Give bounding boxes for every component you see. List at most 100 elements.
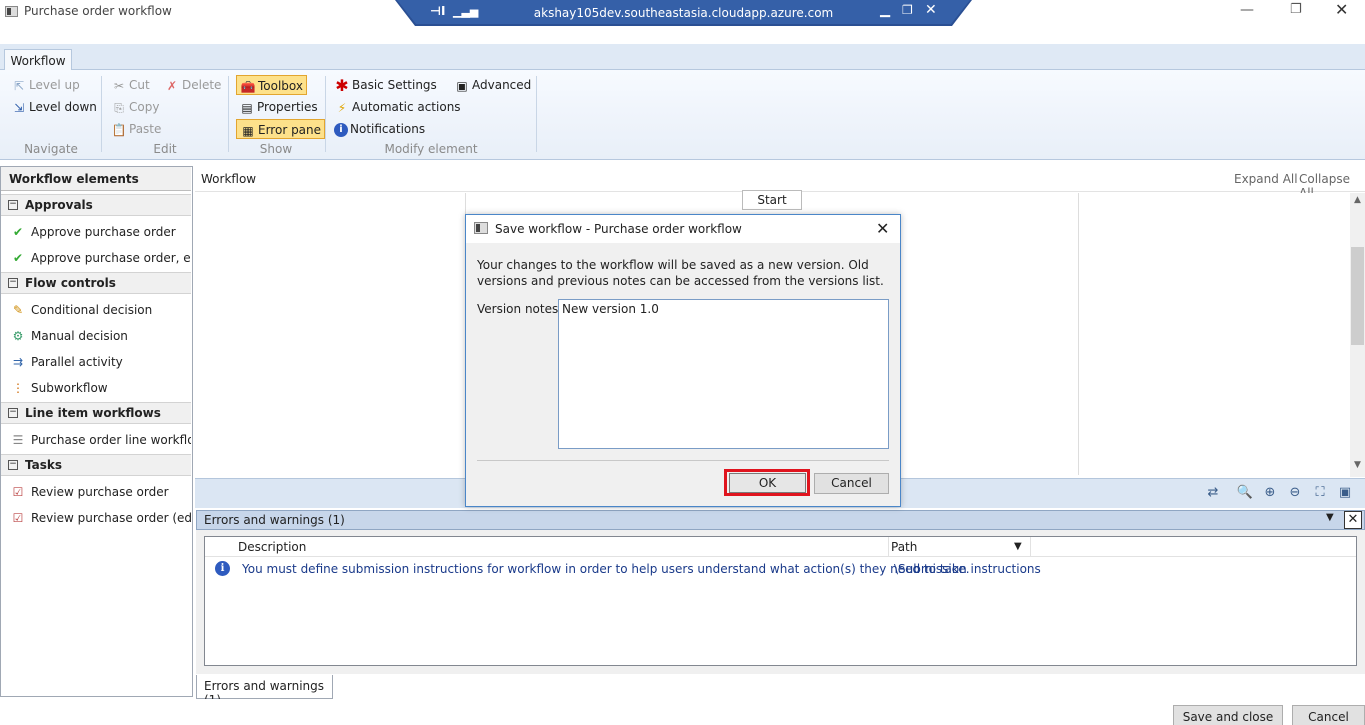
- copy-button[interactable]: ⎘ Copy: [111, 97, 159, 117]
- advanced-button[interactable]: ▣ Advanced: [454, 75, 531, 95]
- ribbon-tabstrip: [0, 44, 1365, 70]
- level-up-button[interactable]: ⇱ Level up: [11, 75, 80, 95]
- dialog-close-icon[interactable]: ✕: [876, 219, 889, 238]
- workflow-elements-header: Workflow elements: [1, 167, 191, 191]
- level-down-button[interactable]: ⇲ Level down: [11, 97, 97, 117]
- toolbox-button[interactable]: 🧰 Toolbox: [236, 75, 307, 95]
- lane-divider: [1078, 193, 1079, 475]
- asterisk-icon: ✱: [335, 75, 349, 95]
- column-header-description[interactable]: Description: [238, 540, 306, 554]
- tab-errors-and-warnings[interactable]: Errors and warnings (1): [196, 675, 333, 707]
- cut-button[interactable]: ✂ Cut: [111, 75, 150, 95]
- cancel-button[interactable]: Cancel: [814, 473, 889, 494]
- collapse-icon[interactable]: −: [8, 278, 18, 288]
- cancel-button-main[interactable]: Cancel: [1292, 705, 1365, 725]
- info-icon: i: [215, 561, 230, 576]
- error-row-path[interactable]: \Submission instructions: [894, 562, 1041, 576]
- fit-to-screen-icon[interactable]: ⛶: [1311, 484, 1329, 502]
- task-icon: ☑: [12, 485, 24, 499]
- conditional-decision-icon: ✎: [12, 303, 24, 317]
- expand-all-link[interactable]: Expand All: [1234, 172, 1298, 186]
- group-label-edit: Edit: [153, 142, 177, 156]
- basic-settings-button[interactable]: ✱ Basic Settings: [334, 75, 437, 95]
- lightning-icon: ⚡: [337, 100, 347, 115]
- scroll-down-icon[interactable]: ▼: [1350, 460, 1365, 470]
- group-flow-controls[interactable]: − Flow controls: [1, 272, 191, 294]
- subworkflow-icon: ⋮: [12, 381, 24, 395]
- collapse-icon[interactable]: −: [8, 200, 18, 210]
- layout-icon[interactable]: ⇄: [1204, 484, 1222, 502]
- sort-arrow-icon[interactable]: ▼: [1014, 541, 1022, 552]
- chevron-down-icon[interactable]: ▼: [1326, 512, 1334, 523]
- copy-icon: ⎘: [114, 100, 124, 115]
- collapse-icon[interactable]: −: [8, 408, 18, 418]
- element-subworkflow[interactable]: ⋮ Subworkflow: [1, 376, 191, 400]
- clipboard-icon: 📋: [111, 122, 127, 137]
- element-approve-purchase-order-editable[interactable]: ✔Approve purchase order, editable: [1, 246, 191, 270]
- delete-button[interactable]: ✗ Delete: [164, 75, 221, 95]
- actual-size-icon[interactable]: ▣: [1336, 484, 1354, 502]
- line-workflow-icon: ☰: [12, 433, 24, 447]
- close-icon[interactable]: ✕: [1335, 0, 1348, 19]
- manual-decision-icon: ⚙: [12, 329, 24, 343]
- automatic-actions-button[interactable]: ⚡ Automatic actions: [334, 97, 461, 117]
- paste-button[interactable]: 📋 Paste: [111, 119, 162, 139]
- element-review-purchase-order-editable[interactable]: ☑Review purchase order (editable): [1, 506, 191, 530]
- ribbon-separator: [101, 76, 102, 152]
- element-conditional-decision[interactable]: ✎ Conditional decision: [1, 298, 191, 322]
- group-tasks[interactable]: − Tasks: [1, 454, 191, 476]
- error-pane-button[interactable]: ▦ Error pane: [236, 119, 326, 139]
- remote-connection-bar: ⊣I ▁▃▅ akshay105dev.southeastasia.clouda…: [395, 0, 972, 26]
- errors-pane-close-icon[interactable]: ✕: [1344, 511, 1362, 529]
- element-review-purchase-order[interactable]: ☑ Review purchase order: [1, 480, 191, 504]
- scrollbar-thumb[interactable]: [1351, 247, 1364, 345]
- scroll-up-icon[interactable]: ▲: [1350, 195, 1365, 205]
- info-icon: i: [334, 122, 348, 137]
- start-node[interactable]: Start: [742, 190, 802, 210]
- column-divider[interactable]: [888, 537, 889, 557]
- zoom-fit-icon[interactable]: 🔍: [1236, 484, 1254, 502]
- grid-header: [205, 537, 1356, 557]
- ribbon-separator: [536, 76, 537, 152]
- minimize-icon[interactable]: —: [1240, 2, 1254, 18]
- toolbox-icon: 🧰: [240, 79, 256, 94]
- group-line-item-workflows[interactable]: − Line item workflows: [1, 402, 191, 424]
- group-label-modify-element: Modify element: [384, 142, 478, 156]
- approval-icon: ✔: [12, 225, 24, 239]
- properties-button[interactable]: ▤ Properties: [239, 97, 317, 117]
- canvas-title: Workflow: [201, 172, 257, 186]
- ribbon-separator: [228, 76, 229, 152]
- remote-close-icon[interactable]: ✕: [925, 2, 937, 18]
- window-title: Purchase order workflow: [24, 4, 172, 18]
- element-purchase-order-line-workflow[interactable]: ☰ Purchase order line workflow: [1, 428, 191, 452]
- remote-minimize-icon[interactable]: ▁: [880, 3, 890, 18]
- save-and-close-button[interactable]: Save and close: [1173, 705, 1283, 725]
- errors-pane-header: Errors and warnings (1): [196, 510, 1365, 530]
- parallel-activity-icon: ⇉: [12, 355, 24, 369]
- level-up-icon: ⇱: [13, 78, 25, 93]
- column-divider[interactable]: [1030, 537, 1031, 557]
- version-notes-field[interactable]: New version 1.0: [558, 299, 889, 449]
- error-row-description[interactable]: You must define submission instructions …: [242, 562, 970, 576]
- collapse-icon[interactable]: −: [8, 460, 18, 470]
- ribbon-separator: [325, 76, 326, 152]
- advanced-icon: ▣: [456, 78, 468, 93]
- zoom-out-icon[interactable]: ⊖: [1286, 484, 1304, 502]
- task-icon: ☑: [12, 511, 24, 525]
- element-manual-decision[interactable]: ⚙ Manual decision: [1, 324, 191, 348]
- element-approve-purchase-order[interactable]: ✔ Approve purchase order: [1, 220, 191, 244]
- dialog-title: Save workflow - Purchase order workflow: [495, 222, 742, 236]
- group-label-show: Show: [259, 142, 293, 156]
- tab-workflow[interactable]: Workflow: [4, 49, 72, 71]
- group-approvals[interactable]: − Approvals: [1, 194, 191, 216]
- notifications-button[interactable]: i Notifications: [334, 119, 425, 139]
- properties-icon: ▤: [241, 100, 253, 115]
- remote-restore-icon[interactable]: ❐: [902, 3, 913, 17]
- dialog-divider: [477, 460, 889, 461]
- ok-button[interactable]: OK: [729, 473, 806, 493]
- dialog-app-icon: [474, 222, 488, 234]
- element-parallel-activity[interactable]: ⇉ Parallel activity: [1, 350, 191, 374]
- column-header-path[interactable]: Path: [891, 540, 917, 554]
- restore-icon[interactable]: ❐: [1290, 2, 1302, 17]
- zoom-in-icon[interactable]: ⊕: [1261, 484, 1279, 502]
